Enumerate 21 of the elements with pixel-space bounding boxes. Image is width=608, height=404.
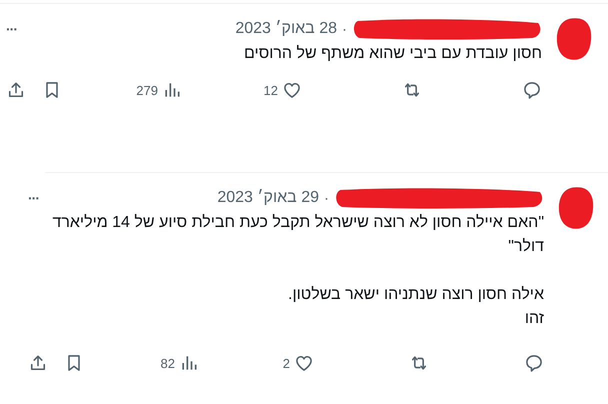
date-separator: ·: [324, 190, 329, 206]
share-icon[interactable]: [28, 353, 48, 373]
reply-icon[interactable]: [524, 353, 544, 373]
tweet-text: אילה חסון רוצה שנתניהו ישאר בשלטון. זהו: [287, 285, 544, 329]
view-count: 82: [160, 356, 175, 370]
share-icon[interactable]: [6, 80, 26, 100]
reply-icon[interactable]: [522, 80, 542, 100]
tweet-date[interactable]: 28 באוק׳ 2023: [235, 20, 337, 38]
heart-icon[interactable]: [294, 353, 314, 373]
heart-icon[interactable]: [282, 80, 302, 100]
like-count: 12: [264, 82, 278, 98]
tweet-date[interactable]: 29 באוק׳ 2023: [217, 189, 319, 207]
view-count: 279: [136, 82, 158, 98]
more-options[interactable]: ···: [28, 190, 39, 206]
date-separator: ·: [342, 20, 347, 38]
more-options[interactable]: ···: [6, 21, 17, 37]
like-count: 2: [282, 356, 290, 370]
tweet-text: "האם איילה חסון לא רוצה שישראל תקבל כעת חבילת סיוע של 14 מיליארד דולר": [51, 213, 544, 257]
tweet-text: חסון עובדת עם ביבי שהוא משתף של הרוסים: [243, 44, 542, 64]
avatar-redaction: [558, 185, 594, 231]
avatar-redaction: [556, 16, 592, 62]
